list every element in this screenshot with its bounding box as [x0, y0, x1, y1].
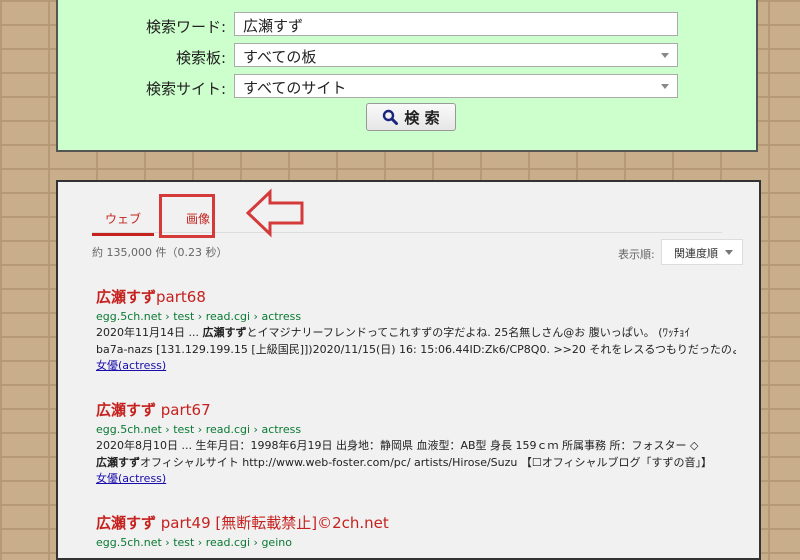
- results-panel: ウェブ 画像 約 135,000 件（0.23 秒） 表示順: 関連度順 広瀬す…: [56, 180, 761, 560]
- result-date: 2020年8月10日 ...: [96, 439, 196, 452]
- site-label: 検索サイト:: [145, 80, 226, 98]
- result-title-rest: part68: [156, 288, 206, 306]
- result-url: egg.5ch.net › test › read.cgi › geino: [96, 536, 292, 549]
- site-select-value: すべてのサイト: [243, 79, 347, 97]
- result-title-link[interactable]: 広瀬すず part67: [96, 399, 736, 420]
- snippet-text: ba7a-nazs [131.129.199.15 [上級国民]])2020/1…: [96, 343, 736, 356]
- search-button-label: 検 索: [404, 108, 440, 127]
- keyword-label: 検索ワード:: [145, 18, 226, 36]
- result-snippet: 2020年11月14日 ... 広瀬すずとイマジナリーフレンドってこれすずの字だ…: [96, 324, 736, 358]
- result-url: egg.5ch.net › test › read.cgi › actress: [96, 423, 302, 436]
- result-title-link[interactable]: 広瀬すずpart68: [96, 286, 736, 307]
- result-title-keyword: 広瀬すず: [96, 288, 157, 306]
- board-select[interactable]: すべての板: [234, 43, 678, 67]
- sort-select-value: 関連度順: [674, 247, 718, 260]
- result-count: 約 135,000 件（0.23 秒）: [92, 246, 228, 259]
- sort-select[interactable]: 関連度順: [661, 239, 743, 265]
- chevron-down-icon: [661, 84, 669, 89]
- tab-web[interactable]: ウェブ: [92, 210, 154, 236]
- result-title-keyword: 広瀬すず: [96, 401, 157, 419]
- annotation-highlight-box: [159, 194, 215, 238]
- annotation-arrow-icon: [245, 188, 304, 238]
- board-label: 検索板:: [175, 49, 226, 67]
- snippet-text: とイマジナリーフレンドってこれすずの字だよね. 25名無しさん@お 腹いっぱい。…: [246, 326, 691, 339]
- search-icon: [383, 109, 399, 125]
- result-category-link[interactable]: 女優(actress): [96, 471, 736, 487]
- result-title-rest: part49 [無断転載禁止]©2ch.net: [156, 514, 389, 532]
- search-form-panel: 検索ワード: 広瀬すず 検索板: すべての板 検索サイト: すべてのサイト 検 …: [56, 0, 758, 152]
- snippet-text: 生年月日：1998年6月19日 出身地：静岡県 血液型：AB型 身長 159ｃｍ…: [195, 439, 699, 452]
- chevron-down-icon: [725, 250, 733, 255]
- result-title-rest: part67: [156, 401, 211, 419]
- search-result: 広瀬すず part67 egg.5ch.net › test › read.cg…: [96, 399, 736, 487]
- result-title-link[interactable]: 広瀬すず part49 [無断転載禁止]©2ch.net: [96, 512, 736, 533]
- result-category-link[interactable]: 女優(actress): [96, 358, 736, 374]
- result-snippet: 2020年8月10日 ... 生年月日：1998年6月19日 出身地：静岡県 血…: [96, 437, 736, 471]
- sort-label: 表示順:: [618, 248, 655, 261]
- search-button[interactable]: 検 索: [366, 103, 456, 131]
- result-title-keyword: 広瀬すず: [96, 514, 157, 532]
- site-select[interactable]: すべてのサイト: [234, 74, 678, 98]
- search-result: 広瀬すず part49 [無断転載禁止]©2ch.net egg.5ch.net…: [96, 512, 736, 549]
- snippet-text: オフィシャルサイト http://www.web-foster.com/pc/ …: [140, 456, 713, 469]
- chevron-down-icon: [661, 53, 669, 58]
- snippet-keyword: 広瀬すず: [96, 456, 140, 469]
- board-select-value: すべての板: [243, 48, 317, 66]
- snippet-keyword: 広瀬すず: [202, 326, 247, 339]
- keyword-row: 検索ワード: 広瀬すず: [58, 12, 756, 40]
- result-url: egg.5ch.net › test › read.cgi › actress: [96, 310, 302, 323]
- keyword-input[interactable]: 広瀬すず: [234, 12, 678, 36]
- search-result: 広瀬すずpart68 egg.5ch.net › test › read.cgi…: [96, 286, 736, 374]
- result-date: 2020年11月14日 ...: [96, 326, 203, 339]
- site-row: 検索サイト: すべてのサイト: [58, 74, 756, 102]
- board-row: 検索板: すべての板: [58, 43, 756, 71]
